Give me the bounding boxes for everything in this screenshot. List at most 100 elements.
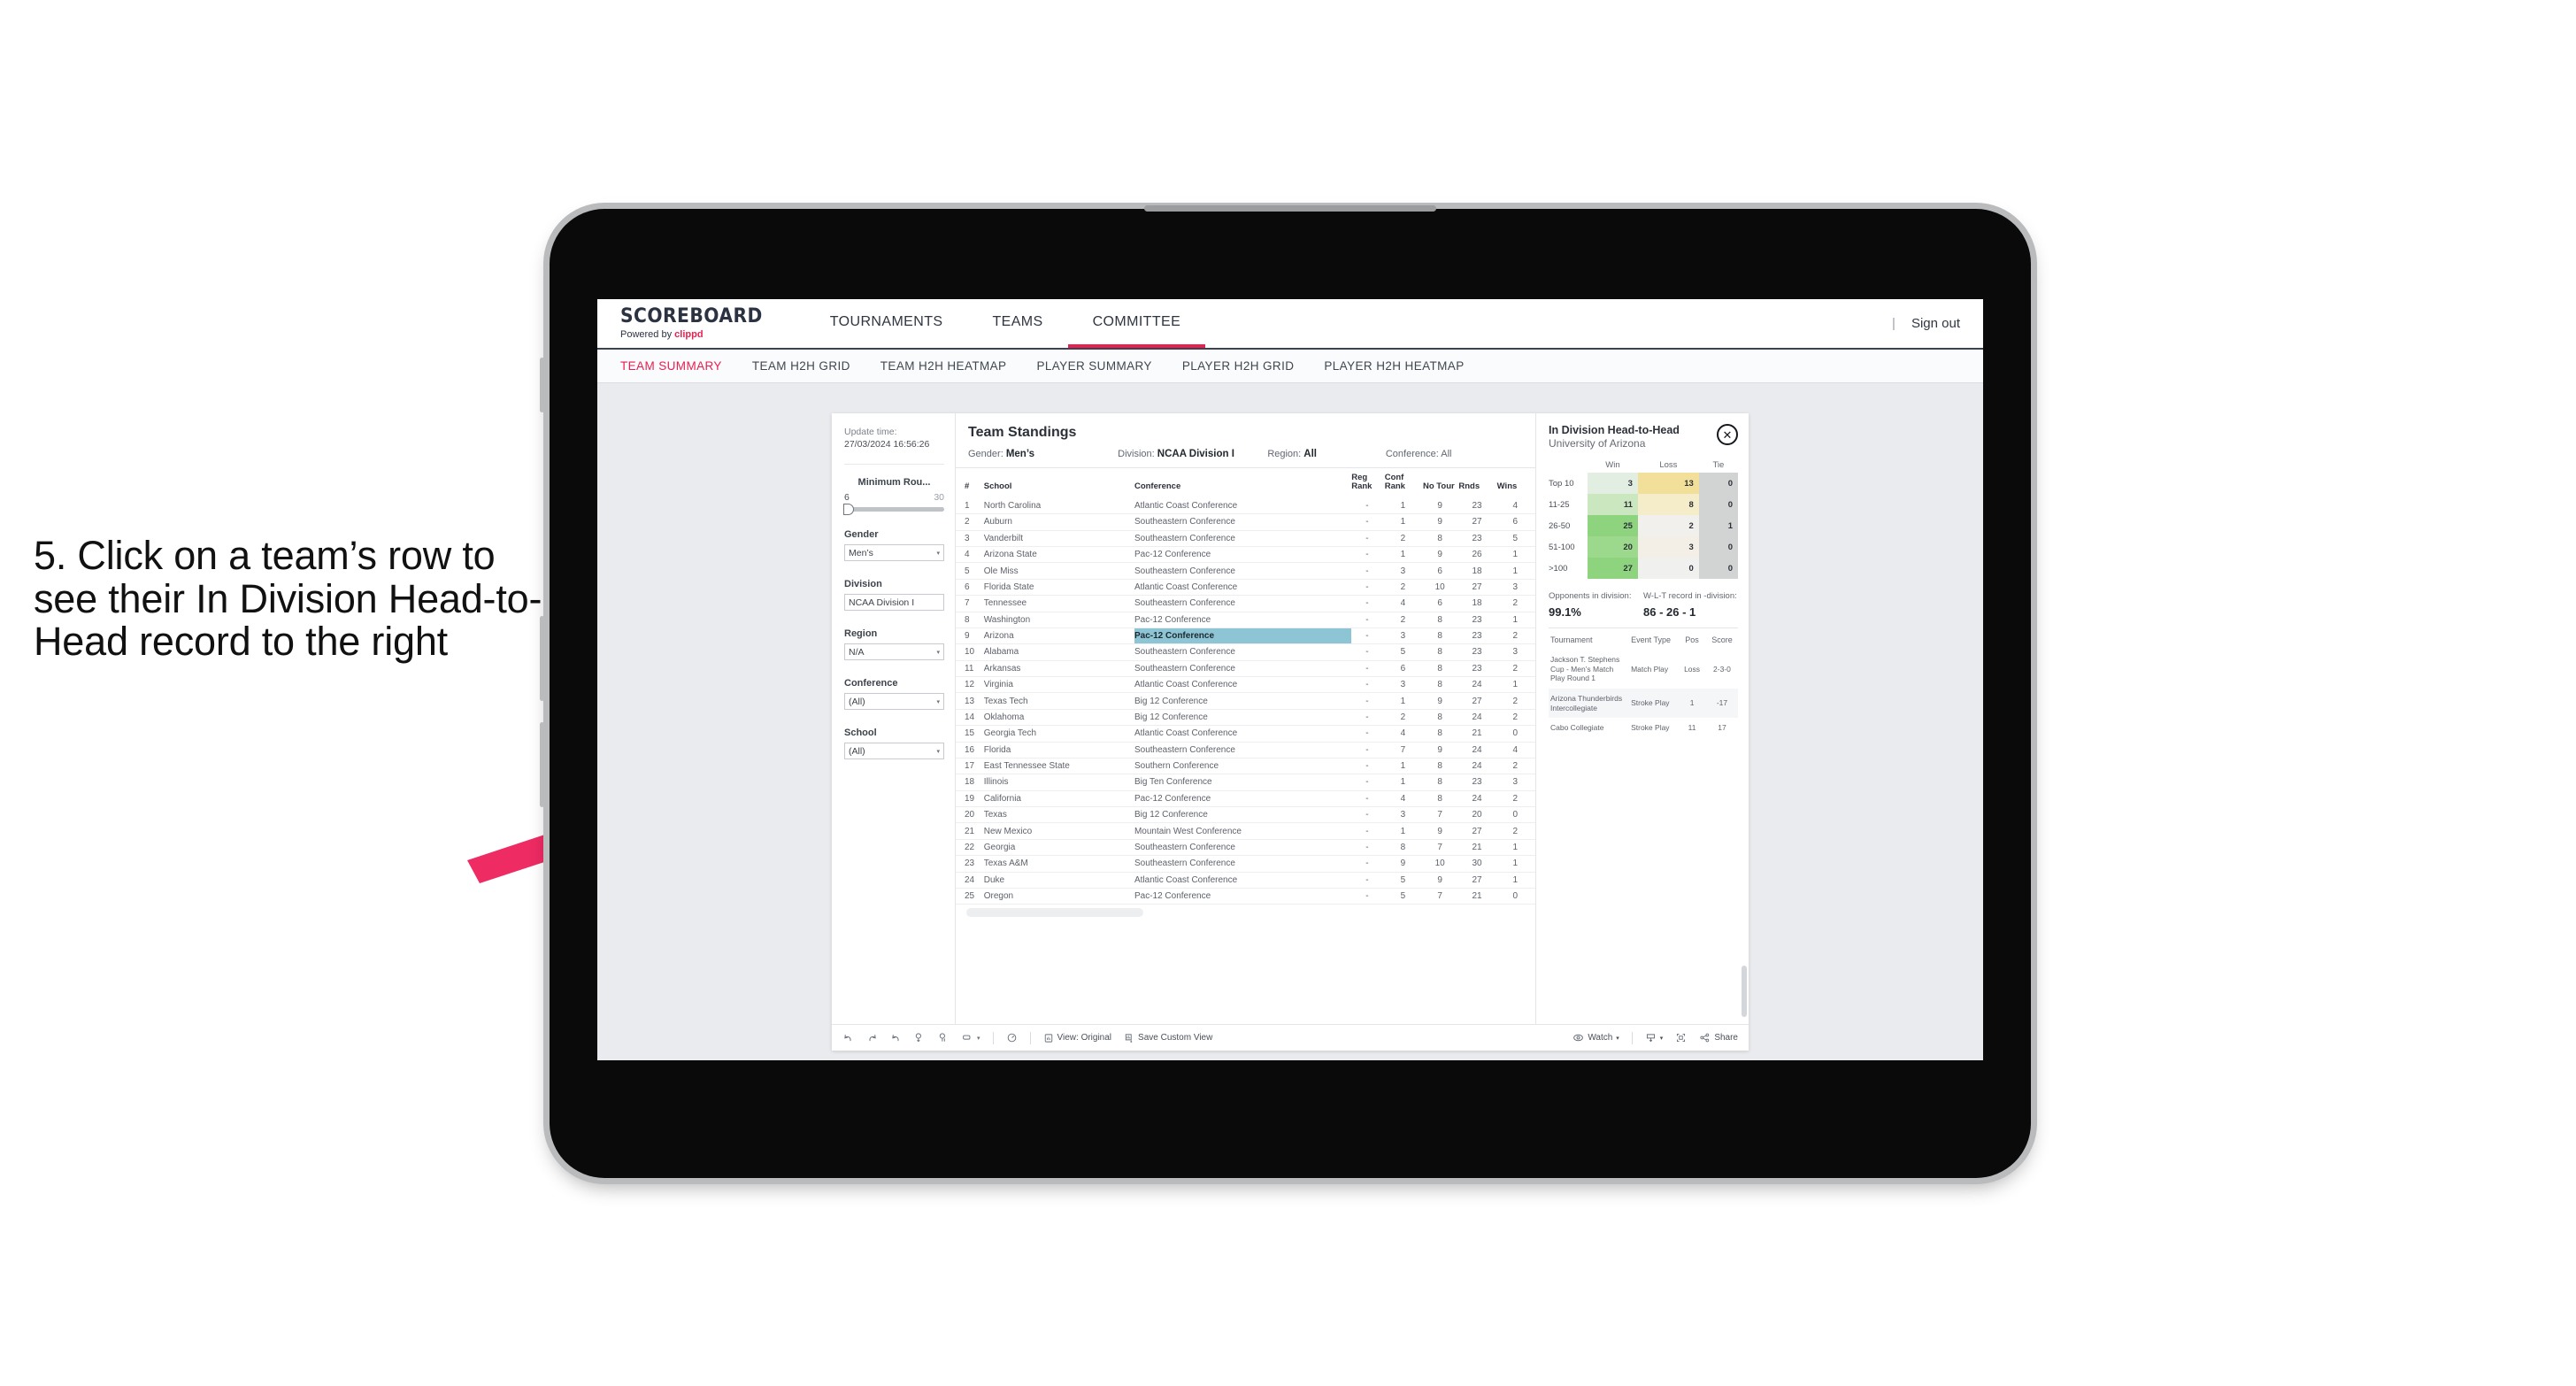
subtab-team-h2h-grid[interactable]: TEAM H2H GRID <box>752 359 850 373</box>
table-row[interactable]: 18 Illinois Big Ten Conference -1 8 23 3 <box>956 774 1535 791</box>
table-row[interactable]: 20 Texas Big 12 Conference -3 7 20 0 <box>956 806 1535 824</box>
table-row[interactable]: 24 Duke Atlantic Coast Conference -5 9 27 1 <box>956 872 1535 889</box>
table-row[interactable]: 1 North Carolina Atlantic Coast Conference… <box>956 497 1535 515</box>
standings-filter-summary: Gender: Men’s Division: NCAA Division I … <box>956 441 1535 468</box>
refresh-icon[interactable] <box>914 1032 926 1043</box>
conference-cell: Atlantic Coast Conference <box>1134 725 1352 743</box>
share-button[interactable]: Share <box>1699 1032 1738 1043</box>
conf-rank-cell: 1 <box>1384 822 1423 840</box>
pause-icon[interactable] <box>938 1032 950 1043</box>
heatmap-cell[interactable]: 0 <box>1698 473 1738 494</box>
standings-table-scroll[interactable]: # School Conference Reg Rank Conf Rank N… <box>956 468 1535 1024</box>
nav-tab-teams[interactable]: TEAMS <box>967 299 1067 348</box>
table-row[interactable]: 10 Alabama Southeastern Conference -5 8 23 3 <box>956 643 1535 661</box>
horizontal-scrollbar[interactable] <box>966 908 1143 918</box>
h2h-col-loss: Loss <box>1659 460 1678 470</box>
heatmap-cell[interactable]: 13 <box>1637 473 1699 494</box>
subtab-team-h2h-heatmap[interactable]: TEAM H2H HEATMAP <box>880 359 1007 373</box>
heatmap-cell[interactable]: 3 <box>1588 473 1638 494</box>
heatmap-cell[interactable]: 0 <box>1698 558 1738 579</box>
filter-division-select[interactable]: NCAA Division I <box>844 594 944 612</box>
reg-rank-cell: - <box>1351 806 1385 824</box>
heatmap-cell[interactable]: 25 <box>1588 515 1638 536</box>
vertical-scrollbar[interactable] <box>1742 966 1747 1017</box>
subtab-player-h2h-heatmap[interactable]: PLAYER H2H HEATMAP <box>1324 359 1464 373</box>
heatmap-cell[interactable]: 8 <box>1637 494 1699 515</box>
filter-school-select[interactable]: (All) ▾ <box>844 743 944 760</box>
filter-gender-select[interactable]: Men’s ▾ <box>844 544 944 562</box>
tournament-row[interactable]: Jackson T. Stephens Cup - Men’s Match Pl… <box>1549 650 1738 689</box>
redo-icon[interactable] <box>866 1032 878 1043</box>
school-cell: Texas Tech <box>983 692 1134 710</box>
table-row[interactable]: 4 Arizona State Pac-12 Conference -1 9 26 1 <box>956 546 1535 564</box>
subtab-team-summary[interactable]: TEAM SUMMARY <box>620 359 722 373</box>
slider-handle[interactable] <box>843 504 854 516</box>
table-row[interactable]: 25 Oregon Pac-12 Conference -5 7 21 0 <box>956 888 1535 905</box>
download-button[interactable]: ▾ <box>1645 1032 1663 1043</box>
heatmap-cell[interactable]: 11 <box>1588 494 1638 515</box>
wins-cell: 0 <box>1496 888 1535 905</box>
table-row[interactable]: 21 New Mexico Mountain West Conference -1 9 2… <box>956 822 1535 840</box>
heatmap-cell[interactable]: 20 <box>1588 536 1638 558</box>
table-row[interactable]: 19 California Pac-12 Conference -4 8 24 2 <box>956 790 1535 808</box>
heatmap-cell[interactable]: 0 <box>1698 536 1738 558</box>
reg-rank-cell: - <box>1351 822 1385 840</box>
no-tour-cell: 9 <box>1423 513 1459 531</box>
table-row[interactable]: 14 Oklahoma Big 12 Conference -2 8 24 2 <box>956 709 1535 727</box>
filter-division-label: Division <box>844 579 882 590</box>
app-logo[interactable]: SCOREBOARD Powered by clippd <box>620 299 805 348</box>
chevron-down-icon: ▾ <box>936 698 940 705</box>
undo-icon[interactable] <box>842 1032 854 1043</box>
nav-tab-tournaments[interactable]: TOURNAMENTS <box>805 299 968 348</box>
heatmap-cell[interactable]: 2 <box>1637 515 1699 536</box>
table-row[interactable]: 16 Florida Southeastern Conference -7 9 24 4 <box>956 742 1535 758</box>
close-icon[interactable]: ✕ <box>1717 424 1738 445</box>
rank-cell: 6 <box>956 579 984 597</box>
filter-region-select[interactable]: N/A ▾ <box>844 643 944 661</box>
school-cell: Ole Miss <box>983 562 1134 580</box>
subtab-player-h2h-grid[interactable]: PLAYER H2H GRID <box>1182 359 1295 373</box>
filter-divider <box>844 464 944 466</box>
watch-button[interactable]: Watch ▾ <box>1573 1032 1619 1043</box>
revert-icon[interactable] <box>890 1032 902 1043</box>
tournament-table-head: Tournament Event Type Pos Score <box>1549 630 1738 650</box>
no-tour-cell: 9 <box>1423 822 1459 840</box>
table-row[interactable]: 22 Georgia Southeastern Conference -8 7 21 1 <box>956 839 1535 857</box>
table-row[interactable]: 9 Arizona Pac-12 Conference -3 8 23 2 <box>956 628 1535 645</box>
table-row[interactable]: 3 Vanderbilt Southeastern Conference -2 8 23 5 <box>956 530 1535 548</box>
tournament-row[interactable]: Arizona Thunderbirds Intercollegiate Stro… <box>1549 688 1738 719</box>
chevron-down-icon: ▾ <box>936 649 940 656</box>
reg-rank-cell: - <box>1351 562 1385 580</box>
table-row[interactable]: 8 Washington Pac-12 Conference -2 8 23 1 <box>956 612 1535 628</box>
table-row[interactable]: 12 Virginia Atlantic Coast Conference -3 8 24… <box>956 676 1535 694</box>
table-row[interactable]: 13 Texas Tech Big 12 Conference -1 9 27 2 <box>956 692 1535 710</box>
col-reg-rank: Reg Rank <box>1351 473 1373 492</box>
table-row[interactable]: 11 Arkansas Southeastern Conference -6 8 23 2 <box>956 660 1535 678</box>
table-row[interactable]: 23 Texas A&M Southeastern Conference -9 10 30… <box>956 855 1535 873</box>
view-original-button[interactable]: View: Original <box>1043 1033 1112 1043</box>
device-layout-icon[interactable]: ▾ <box>962 1032 980 1043</box>
subtab-player-summary[interactable]: PLAYER SUMMARY <box>1036 359 1151 373</box>
save-custom-view-button[interactable]: Save Custom View <box>1124 1033 1212 1043</box>
table-row[interactable]: 6 Florida State Atlantic Coast Conference -… <box>956 579 1535 597</box>
sign-out-link[interactable]: Sign out <box>1911 316 1960 331</box>
table-row[interactable]: 2 Auburn Southeastern Conference -1 9 27 6 <box>956 513 1535 531</box>
tournament-row[interactable]: Cabo Collegiate Stroke Play 11 17 <box>1549 718 1738 738</box>
table-row[interactable]: 7 Tennessee Southeastern Conference -4 6 18 2 <box>956 595 1535 612</box>
heatmap-cell[interactable]: 0 <box>1637 558 1699 579</box>
heatmap-cell[interactable]: 27 <box>1588 558 1638 579</box>
nav-tab-committee[interactable]: COMMITTEE <box>1067 299 1206 348</box>
rank-cell: 25 <box>956 888 984 905</box>
table-row[interactable]: 5 Ole Miss Southeastern Conference -3 6 18 1 <box>956 562 1535 580</box>
highlight-icon[interactable] <box>1006 1032 1018 1043</box>
chevron-down-icon: ▾ <box>936 748 940 755</box>
filter-conference-select[interactable]: (All) ▾ <box>844 693 944 711</box>
table-row[interactable]: 15 Georgia Tech Atlantic Coast Conference -… <box>956 725 1535 743</box>
table-row[interactable]: 17 East Tennessee State Southern Conferenc… <box>956 758 1535 775</box>
heatmap-cell[interactable]: 3 <box>1637 536 1699 558</box>
view-original-label: View: Original <box>1057 1033 1112 1043</box>
heatmap-cell[interactable]: 1 <box>1698 515 1738 536</box>
heatmap-cell[interactable]: 0 <box>1698 494 1738 515</box>
fullscreen-icon[interactable] <box>1675 1032 1687 1043</box>
minimum-rounds-slider[interactable] <box>843 504 944 516</box>
